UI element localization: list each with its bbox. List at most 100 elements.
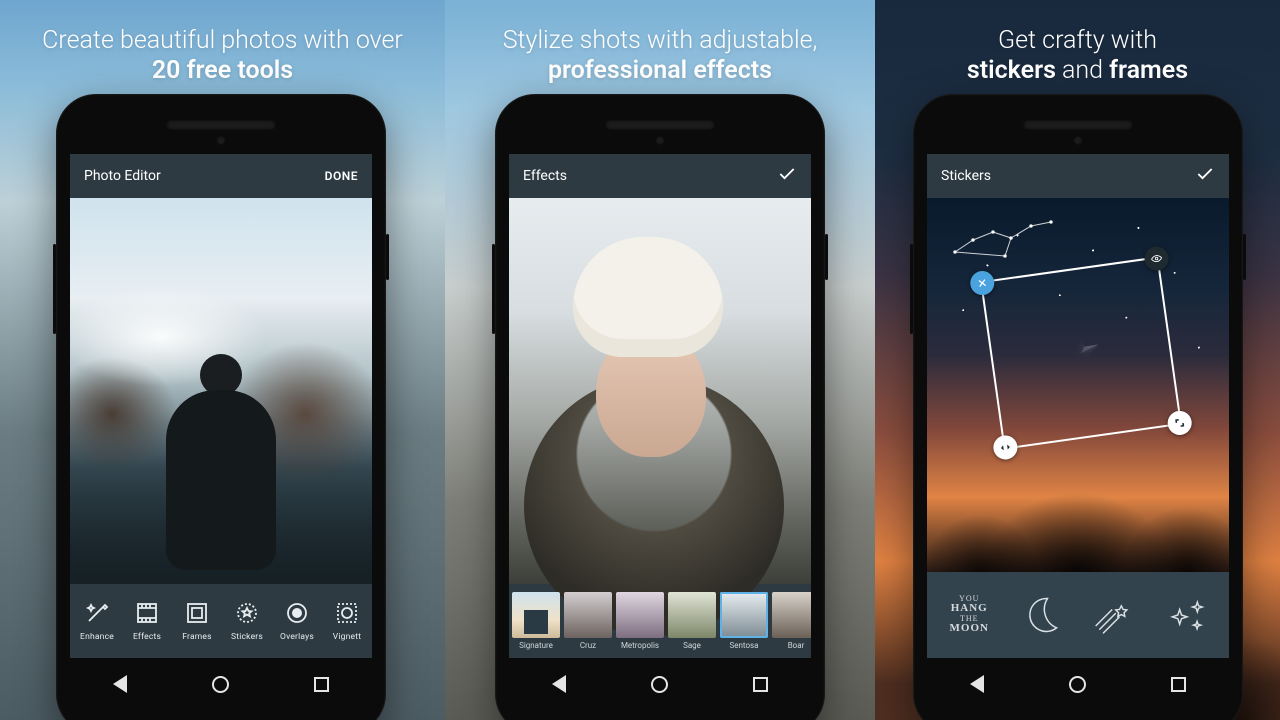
phone-camera [656,136,665,145]
tool-stickers[interactable]: Stickers [222,600,272,642]
effect-thumbnail [564,592,612,638]
overlays-icon [284,600,310,626]
shooting-star-icon [1092,593,1136,637]
headline-text: Get crafty with [998,26,1157,55]
effect-label: Boar [788,641,805,650]
phone-power-button [825,234,828,280]
app-title: Photo Editor [84,168,161,184]
headline-bold: stickers [967,56,1056,85]
phone-volume-button [910,244,913,334]
phone-power-button [1243,234,1246,280]
nav-back-icon[interactable] [552,675,566,693]
headline-text: and [1056,56,1109,85]
tool-label: Overlays [280,632,314,642]
nav-home-icon[interactable] [1069,676,1086,693]
sticker-resize-handle[interactable] [1166,409,1193,436]
nav-recents-icon[interactable] [1171,677,1186,692]
apply-button[interactable] [1195,164,1215,188]
tool-enhance[interactable]: Enhance [72,600,122,642]
nav-back-icon[interactable] [113,675,127,693]
headline: Get crafty with stickers and frames [875,0,1280,86]
effect-board[interactable]: Boar [771,592,811,650]
android-nav-bar [70,662,372,706]
effect-thumbnail [512,592,560,638]
effect-label: Sentosa [730,641,759,650]
sticker-item-moon[interactable] [1010,587,1074,643]
vignette-icon [334,600,360,626]
headline-text: Create beautiful photos with over [42,26,403,55]
android-nav-bar [927,662,1229,706]
editor-canvas[interactable] [927,198,1229,572]
sticker-item-shooting-star[interactable] [1082,587,1146,643]
editor-canvas[interactable] [70,198,372,584]
effect-sage[interactable]: Sage [667,592,717,650]
apply-button[interactable] [777,164,797,188]
headline: Create beautiful photos with over 20 fre… [0,0,445,86]
headline-bold: professional effects [548,56,772,85]
headline-bold: frames [1109,56,1188,85]
tool-label: Vignett [333,632,361,642]
sticker-delete-handle[interactable] [969,270,996,297]
phone-mockup: Photo Editor DONE Enhance Effects [56,94,386,720]
phone-power-button [386,234,389,280]
nav-home-icon[interactable] [651,676,668,693]
tool-frames[interactable]: Frames [172,600,222,642]
app-bar: Photo Editor DONE [70,154,372,198]
frame-icon [184,600,210,626]
effect-label: Metropolis [621,641,659,650]
promo-panel-stickers: Get crafty with stickers and frames Stic… [875,0,1280,720]
effect-label: Signature [519,641,553,650]
effect-cruz[interactable]: Cruz [563,592,613,650]
phone-volume-button [53,244,56,334]
android-nav-bar [509,662,811,706]
sticker-item-text[interactable]: YOU HANG THE MOON [937,587,1001,643]
app-bar: Stickers [927,154,1229,198]
sticker-flip-handle[interactable] [992,434,1019,461]
sticker-item-sparkles[interactable] [1155,587,1219,643]
app-title: Stickers [941,168,991,184]
done-button[interactable]: DONE [325,169,358,183]
tool-label: Frames [182,632,211,642]
filmstrip-icon [134,600,160,626]
tool-label: Enhance [80,632,114,642]
effect-thumbnail [720,592,768,638]
effect-signature[interactable]: Signature [511,592,561,650]
phone-earpiece [166,120,276,130]
app-title: Effects [523,168,567,184]
star-badge-icon [234,600,260,626]
effect-label: Cruz [580,641,596,650]
sticker-bounding-box[interactable] [980,256,1182,449]
effect-metropolis[interactable]: Metropolis [615,592,665,650]
phone-earpiece [605,120,715,130]
app-screen: Stickers [927,154,1229,658]
sticker-text-preview: YOU HANG THE MOON [950,595,989,635]
nav-back-icon[interactable] [970,675,984,693]
effect-sentosa[interactable]: Sentosa [719,592,769,650]
tool-vignette[interactable]: Vignett [322,600,372,642]
tool-label: Stickers [231,632,263,642]
photo-subject [161,354,281,584]
tool-overlays[interactable]: Overlays [272,600,322,642]
effect-thumbnail [616,592,664,638]
effect-thumbnail [772,592,811,638]
app-store-screenshots: Create beautiful photos with over 20 fre… [0,0,1280,720]
sparkles-icon [1163,593,1211,637]
tool-effects[interactable]: Effects [122,600,172,642]
effect-thumbnail [668,592,716,638]
editor-canvas[interactable] [509,198,811,584]
promo-panel-tools: Create beautiful photos with over 20 fre… [0,0,445,720]
app-screen: Effects Signature Cruz Metropolis Sage S… [509,154,811,658]
nav-home-icon[interactable] [212,676,229,693]
sticker-visibility-handle[interactable] [1143,245,1170,272]
photo-subject-beanie [573,237,723,357]
phone-camera [1074,136,1083,145]
headline-text: Stylize shots with adjustable, [503,26,818,55]
tool-label: Effects [133,632,161,642]
app-bar: Effects [509,154,811,198]
nav-recents-icon[interactable] [314,677,329,692]
phone-mockup: Stickers [913,94,1243,720]
constellation-decoration [945,212,1065,272]
headline-bold: 20 free tools [152,56,293,85]
nav-recents-icon[interactable] [753,677,768,692]
promo-panel-effects: Stylize shots with adjustable, professio… [445,0,875,720]
